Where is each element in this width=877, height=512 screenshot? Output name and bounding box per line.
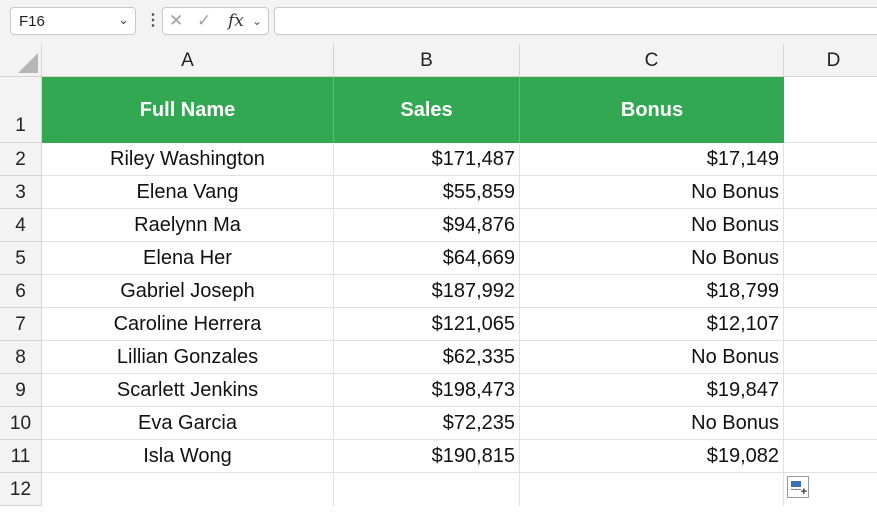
cancel-x-icon[interactable]: ✕ — [169, 11, 183, 31]
row-header-9[interactable]: 9 — [0, 374, 42, 407]
table-cell-sales[interactable]: $121,065 — [334, 308, 520, 341]
table-cell-name[interactable]: Raelynn Ma — [42, 209, 334, 242]
table-cell-sales[interactable]: $62,335 — [334, 341, 520, 374]
table-cell-bonus[interactable]: No Bonus — [520, 209, 784, 242]
table-cell-name[interactable]: Riley Washington — [42, 143, 334, 176]
row-header-4[interactable]: 4 — [0, 209, 42, 242]
select-all-triangle — [18, 53, 38, 73]
table-cell-bonus[interactable]: No Bonus — [520, 407, 784, 440]
row-header-2[interactable]: 2 — [0, 143, 42, 176]
fx-icon[interactable]: fx — [228, 11, 244, 31]
spreadsheet-grid: A B C D 1 2 3 4 5 6 7 8 9 10 11 12 Full … — [0, 44, 877, 512]
table-cell-empty[interactable] — [334, 473, 520, 506]
vertical-ellipsis-icon[interactable]: ⋮ — [145, 10, 161, 30]
column-header-c[interactable]: C — [520, 44, 784, 77]
table-cell-empty[interactable] — [784, 407, 877, 440]
select-all-icon[interactable] — [0, 44, 42, 77]
table-cell-empty[interactable] — [520, 473, 784, 506]
fx-chevron-down-icon[interactable]: ⌄ — [252, 14, 262, 28]
table-cell-sales[interactable]: $171,487 — [334, 143, 520, 176]
row-header-7[interactable]: 7 — [0, 308, 42, 341]
table-cell-empty[interactable] — [784, 242, 877, 275]
table-cell-bonus[interactable]: $19,847 — [520, 374, 784, 407]
table-cell-empty[interactable] — [42, 473, 334, 506]
table-cell-bonus[interactable]: No Bonus — [520, 242, 784, 275]
row-header-5[interactable]: 5 — [0, 242, 42, 275]
name-box[interactable]: F16 ⌄ — [10, 7, 136, 35]
table-cell-name[interactable]: Scarlett Jenkins — [42, 374, 334, 407]
quick-analysis-icon-line — [791, 489, 801, 491]
table-cell-name[interactable]: Lillian Gonzales — [42, 341, 334, 374]
column-header-d[interactable]: D — [784, 44, 877, 77]
checkmark-icon[interactable]: ✓ — [197, 11, 211, 31]
column-header-b[interactable]: B — [334, 44, 520, 77]
table-cell-bonus[interactable]: $18,799 — [520, 275, 784, 308]
formula-actions: ✕ ✓ fx ⌄ — [162, 7, 269, 35]
header-bonus[interactable]: Bonus — [520, 77, 784, 143]
row-header-6[interactable]: 6 — [0, 275, 42, 308]
table-cell-bonus[interactable]: No Bonus — [520, 341, 784, 374]
table-cell-sales[interactable]: $187,992 — [334, 275, 520, 308]
table-cell-empty[interactable] — [784, 440, 877, 473]
table-cell-name[interactable]: Gabriel Joseph — [42, 275, 334, 308]
table-cell-name[interactable]: Elena Her — [42, 242, 334, 275]
header-sales[interactable]: Sales — [334, 77, 520, 143]
table-cell-sales[interactable]: $198,473 — [334, 374, 520, 407]
quick-analysis-icon[interactable]: + — [787, 476, 809, 498]
row-header-10[interactable]: 10 — [0, 407, 42, 440]
row-header-12[interactable]: 12 — [0, 473, 42, 506]
quick-analysis-icon-plus: + — [800, 486, 807, 498]
table-cell-sales[interactable]: $72,235 — [334, 407, 520, 440]
formula-input[interactable] — [274, 7, 877, 35]
chevron-down-icon[interactable]: ⌄ — [118, 12, 129, 28]
table-cell-name[interactable]: Caroline Herrera — [42, 308, 334, 341]
table-cell-empty[interactable] — [784, 176, 877, 209]
row-header-3[interactable]: 3 — [0, 176, 42, 209]
table-cell-name[interactable]: Isla Wong — [42, 440, 334, 473]
table-cell-name[interactable]: Eva Garcia — [42, 407, 334, 440]
table-cell-sales[interactable]: $64,669 — [334, 242, 520, 275]
table-cell-empty[interactable] — [784, 275, 877, 308]
row-header-11[interactable]: 11 — [0, 440, 42, 473]
table-cell-empty[interactable] — [784, 143, 877, 176]
table-cell-name[interactable]: Elena Vang — [42, 176, 334, 209]
name-box-value: F16 — [19, 13, 45, 30]
row-header-8[interactable]: 8 — [0, 341, 42, 374]
table-cell-bonus[interactable]: $19,082 — [520, 440, 784, 473]
table-cell-empty[interactable] — [784, 374, 877, 407]
table-cell-sales[interactable]: $94,876 — [334, 209, 520, 242]
formula-bar: F16 ⌄ ⋮ ✕ ✓ fx ⌄ — [0, 0, 877, 44]
table-cell-sales[interactable]: $190,815 — [334, 440, 520, 473]
table-cell-bonus[interactable]: No Bonus — [520, 176, 784, 209]
table-cell-bonus[interactable]: $12,107 — [520, 308, 784, 341]
column-header-a[interactable]: A — [42, 44, 334, 77]
table-cell-empty[interactable] — [784, 209, 877, 242]
row-header-1[interactable]: 1 — [0, 77, 42, 143]
table-cell-bonus[interactable]: $17,149 — [520, 143, 784, 176]
table-cell-sales[interactable]: $55,859 — [334, 176, 520, 209]
table-cell-empty[interactable] — [784, 341, 877, 374]
table-cell-empty[interactable] — [784, 308, 877, 341]
cell-d1[interactable] — [784, 77, 877, 143]
header-full-name[interactable]: Full Name — [42, 77, 334, 143]
quick-analysis-icon-fill — [791, 481, 801, 487]
